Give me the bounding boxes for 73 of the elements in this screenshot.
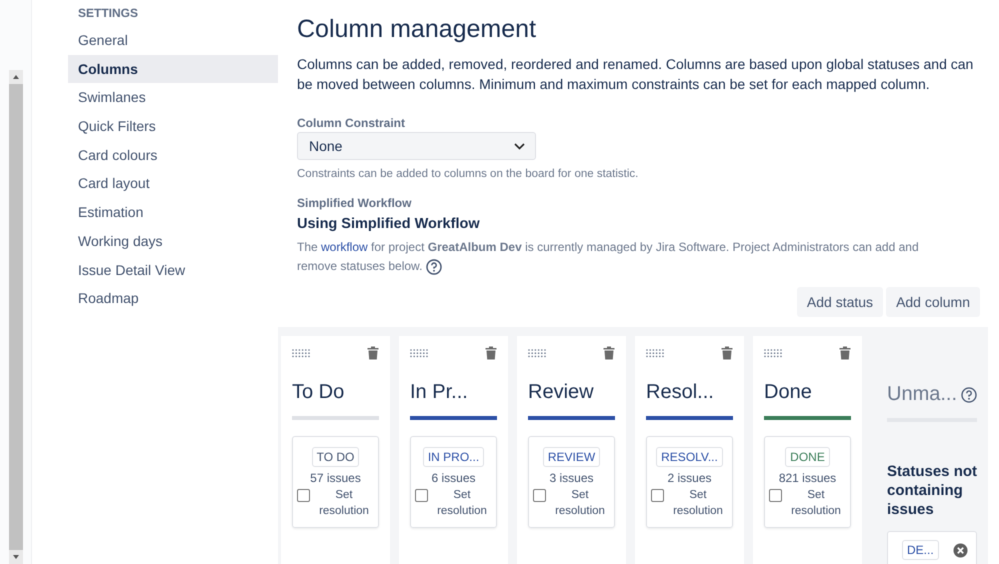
trash-icon[interactable]	[603, 346, 615, 360]
status-lozenge: DE...	[902, 540, 939, 560]
sidebar-item[interactable]: Estimation	[68, 198, 278, 227]
scroll-up-icon[interactable]	[12, 74, 20, 80]
status-card[interactable]: IN PRO... 6 issues Set resolution	[410, 436, 497, 528]
section-heading: Using Simplified Workflow	[297, 216, 481, 232]
column-title[interactable]: Done	[764, 381, 851, 404]
checkbox[interactable]	[769, 489, 782, 502]
drag-handle-icon[interactable]	[292, 348, 310, 358]
scroll-down-icon[interactable]	[12, 554, 20, 560]
field-hint: Constraints can be added to columns on the board for one statistic.	[297, 168, 640, 180]
section-label: Simplified Workflow	[297, 196, 412, 210]
status-card[interactable]: RESOLV... 2 issues Set resolution	[646, 436, 733, 528]
sidebar-item[interactable]: Quick Filters	[68, 112, 278, 141]
drag-handle-icon[interactable]	[410, 348, 428, 358]
issue-count: 57 issues	[310, 471, 361, 485]
status-card[interactable]: DONE 821 issues Set resolution	[764, 436, 851, 528]
trash-icon[interactable]	[721, 346, 733, 360]
issue-count: 2 issues	[667, 471, 712, 485]
checkbox-label: Set resolution	[554, 488, 606, 519]
field-label: Column Constraint	[297, 116, 406, 130]
chevron-down-icon	[514, 142, 525, 150]
checkbox-label: Set resolution	[436, 488, 488, 519]
column-title[interactable]: To Do	[292, 381, 379, 404]
checkbox[interactable]	[533, 489, 546, 502]
page-description: Columns can be added, removed, reordered and renamed. Columns are based upon global statuses and can be moved between columns. Minimum and maximum constraints can be set for each mapped column.	[297, 55, 974, 94]
sidebar-item[interactable]: General	[68, 26, 278, 55]
sidebar-item[interactable]: Columns	[68, 54, 278, 84]
sidebar-item[interactable]: Roadmap	[68, 284, 278, 313]
drag-handle-icon[interactable]	[646, 348, 664, 358]
status-lozenge: TO DO	[312, 447, 360, 467]
unmapped-description: Statuses not containing issues	[887, 462, 978, 519]
page-title: Column management	[297, 14, 538, 44]
column-title: Unma...	[887, 383, 958, 406]
column-title[interactable]: Resol...	[646, 381, 733, 404]
trash-icon[interactable]	[485, 346, 497, 360]
status-lozenge: RESOLV...	[656, 447, 723, 467]
column-title[interactable]: In Pr...	[410, 381, 497, 404]
status-lozenge: IN PRO...	[422, 447, 484, 467]
status-card[interactable]: REVIEW 3 issues Set resolution	[528, 436, 615, 528]
trash-icon[interactable]	[839, 346, 851, 360]
trash-icon[interactable]	[367, 346, 379, 360]
status-card[interactable]: TO DO 57 issues Set resolution	[292, 436, 379, 528]
constraint-select[interactable]: None	[297, 132, 536, 160]
drag-handle-icon[interactable]	[764, 348, 782, 358]
sidebar-item[interactable]: Card colours	[68, 140, 278, 170]
status-lozenge: DONE	[785, 447, 830, 467]
scrollbar[interactable]	[8, 70, 22, 564]
status-card[interactable]: DE...	[887, 531, 978, 564]
workflow-link[interactable]: workflow	[321, 240, 368, 254]
sidebar-item[interactable]: Card layout	[68, 169, 278, 198]
sidebar-heading: SETTINGS	[77, 6, 140, 22]
status-lozenge: REVIEW	[542, 447, 600, 467]
help-icon[interactable]	[961, 386, 978, 402]
checkbox[interactable]	[415, 489, 428, 502]
checkbox[interactable]	[651, 489, 664, 502]
checkbox-label: Set resolution	[318, 488, 370, 519]
checkbox-label: Set resolution	[672, 488, 724, 519]
issue-count: 6 issues	[431, 471, 476, 485]
sidebar-item[interactable]: Issue Detail View	[68, 256, 278, 284]
checkbox-label: Set resolution	[790, 488, 842, 519]
issue-count: 821 issues	[778, 471, 836, 485]
checkbox[interactable]	[297, 489, 310, 502]
action-button[interactable]: Add status	[796, 287, 884, 317]
sidebar-item[interactable]: Swimlanes	[68, 83, 278, 112]
column-title[interactable]: Review	[528, 381, 615, 404]
help-icon[interactable]	[426, 258, 442, 275]
close-icon[interactable]	[953, 542, 968, 558]
workflow-description: The workflow for project GreatAlbum Dev is currently managed by Jira Software. Project Administrators can add and remove statuses below.	[297, 239, 920, 276]
sidebar-item[interactable]: Working days	[68, 226, 278, 256]
action-button[interactable]: Add column	[886, 287, 980, 317]
drag-handle-icon[interactable]	[528, 348, 546, 358]
issue-count: 3 issues	[549, 471, 594, 485]
